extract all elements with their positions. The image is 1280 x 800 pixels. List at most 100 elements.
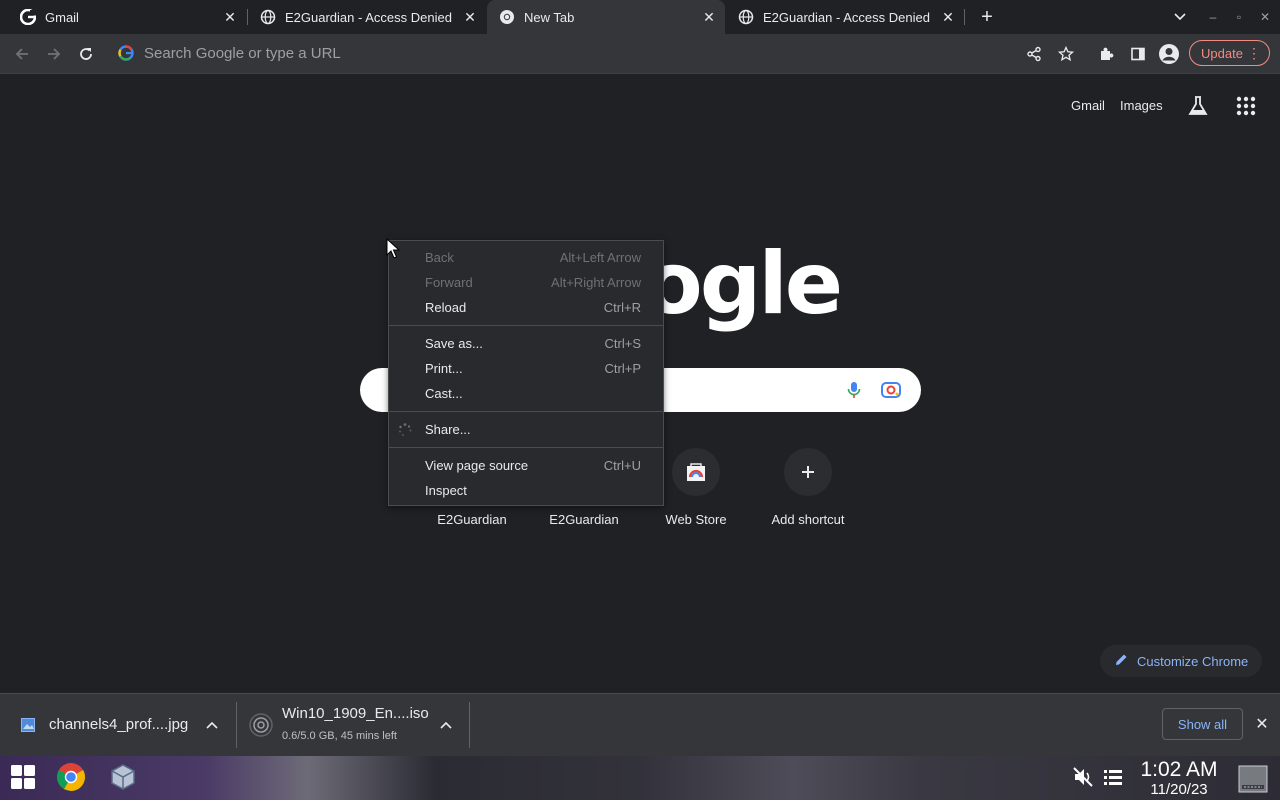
- download-item[interactable]: Win10_1909_En....iso 0.6/5.0 GB, 45 mins…: [237, 694, 469, 756]
- chevron-up-icon[interactable]: [206, 718, 218, 732]
- chrome-icon: [499, 9, 515, 25]
- new-tab-button[interactable]: +: [976, 6, 998, 28]
- images-link[interactable]: Images: [1120, 98, 1163, 113]
- omnibox[interactable]: [110, 38, 1110, 68]
- menu-item-label: Save as...: [425, 336, 483, 351]
- back-icon[interactable]: [10, 42, 34, 66]
- clock-time: 1:02 AM: [1140, 758, 1218, 781]
- kebab-menu-icon: ⋮: [1247, 45, 1261, 61]
- omnibox-input[interactable]: [142, 43, 746, 63]
- globe-icon: [260, 9, 276, 25]
- shortcut-label: E2Guardian: [437, 512, 507, 527]
- virtualbox-taskbar-icon[interactable]: [108, 762, 138, 792]
- customize-label: Customize Chrome: [1137, 653, 1249, 669]
- voice-search-mic-icon[interactable]: [844, 380, 864, 400]
- google-g-icon: [118, 45, 134, 61]
- shelf-divider: [469, 702, 470, 748]
- menu-item-inspect[interactable]: Inspect: [389, 478, 663, 503]
- menu-item-view-source[interactable]: View page source Ctrl+U: [389, 453, 663, 478]
- close-icon[interactable]: ✕: [699, 7, 719, 27]
- bookmark-star-icon[interactable]: [1054, 42, 1078, 66]
- update-label: Update: [1201, 45, 1243, 61]
- labs-flask-icon[interactable]: [1186, 94, 1210, 118]
- tab-title: E2Guardian - Access Denied: [285, 9, 452, 25]
- show-desktop-icon[interactable]: [1238, 764, 1268, 794]
- add-shortcut[interactable]: Add shortcut: [752, 445, 864, 527]
- chevron-up-icon[interactable]: [440, 718, 452, 732]
- mouse-cursor-icon: [386, 237, 401, 260]
- menu-item-label: Inspect: [425, 483, 467, 498]
- side-panel-icon[interactable]: [1126, 42, 1150, 66]
- menu-item-shortcut: Ctrl+U: [603, 458, 641, 473]
- tab-title: New Tab: [524, 9, 575, 25]
- reload-icon[interactable]: [74, 42, 98, 66]
- menu-item-label: Print...: [425, 361, 463, 376]
- menu-item-shortcut: Ctrl+S: [604, 336, 641, 351]
- loading-spinner-icon: [397, 422, 413, 438]
- menu-item-reload[interactable]: Reload Ctrl+R: [389, 295, 663, 320]
- menu-item-save-as[interactable]: Save as... Ctrl+S: [389, 331, 663, 356]
- menu-item-cast[interactable]: Cast...: [389, 381, 663, 406]
- windows-start-icon[interactable]: [8, 762, 38, 792]
- minimize-icon[interactable]: –: [1203, 7, 1223, 27]
- shortcut-label: Add shortcut: [771, 512, 845, 527]
- image-file-icon: [20, 717, 36, 733]
- tab-strip: Gmail ✕ E2Guardian - Access Denied ✕ New…: [0, 0, 1280, 34]
- menu-item-shortcut: Alt+Right Arrow: [551, 275, 641, 290]
- google-g-icon: [20, 9, 36, 25]
- tab-title: Gmail: [45, 9, 79, 25]
- tab-e2guardian-2[interactable]: E2Guardian - Access Denied ✕: [726, 0, 964, 34]
- tab-new-tab[interactable]: New Tab ✕: [487, 0, 725, 34]
- download-shelf: channels4_prof....jpg Win10_1909_En....i…: [0, 693, 1280, 756]
- pencil-icon: [1115, 653, 1128, 669]
- shortcut-label: E2Guardian: [549, 512, 619, 527]
- menu-item-forward[interactable]: Forward Alt+Right Arrow: [389, 270, 663, 295]
- close-icon[interactable]: ✕: [938, 7, 958, 27]
- plus-icon: [784, 448, 832, 496]
- customize-chrome-button[interactable]: Customize Chrome: [1100, 645, 1262, 677]
- download-filename: Win10_1909_En....iso: [282, 705, 429, 722]
- system-clock[interactable]: 1:02 AM 11/20/23: [1132, 758, 1226, 799]
- menu-separator: [389, 411, 663, 412]
- menu-item-share[interactable]: Share...: [389, 417, 663, 442]
- gmail-link[interactable]: Gmail: [1071, 98, 1105, 113]
- profile-avatar-icon[interactable]: [1157, 42, 1181, 66]
- menu-item-label: Cast...: [425, 386, 463, 401]
- menu-item-label: Forward: [425, 275, 473, 290]
- share-icon[interactable]: [1022, 42, 1046, 66]
- tab-search-chevron-icon[interactable]: [1170, 7, 1190, 27]
- apps-grid-icon[interactable]: [1235, 95, 1257, 117]
- close-icon[interactable]: ✕: [220, 7, 240, 27]
- extensions-puzzle-icon[interactable]: [1094, 42, 1118, 66]
- close-window-icon[interactable]: ✕: [1255, 7, 1275, 27]
- close-icon[interactable]: ✕: [460, 7, 480, 27]
- restore-icon[interactable]: ▫: [1229, 7, 1249, 27]
- menu-separator: [389, 325, 663, 326]
- download-status: 0.6/5.0 GB, 45 mins left: [282, 730, 397, 742]
- menu-item-shortcut: Ctrl+R: [603, 300, 641, 315]
- volume-muted-icon[interactable]: [1068, 762, 1098, 792]
- show-all-downloads-button[interactable]: Show all: [1162, 708, 1243, 740]
- tab-gmail[interactable]: Gmail ✕: [0, 0, 246, 34]
- menu-item-label: Reload: [425, 300, 467, 315]
- context-menu: Back Alt+Left Arrow Forward Alt+Right Ar…: [388, 240, 664, 506]
- shortcut-label: Web Store: [665, 512, 727, 527]
- close-icon[interactable]: ✕: [1254, 716, 1270, 733]
- menu-item-print[interactable]: Print... Ctrl+P: [389, 356, 663, 381]
- globe-icon: [738, 9, 754, 25]
- download-item[interactable]: channels4_prof....jpg: [0, 694, 236, 756]
- tab-title: E2Guardian - Access Denied: [763, 9, 930, 25]
- notifications-list-icon[interactable]: [1098, 762, 1128, 792]
- clock-date: 11/20/23: [1150, 781, 1208, 798]
- menu-item-label: Back: [425, 250, 454, 265]
- chrome-taskbar-icon[interactable]: [56, 762, 86, 792]
- menu-item-back[interactable]: Back Alt+Left Arrow: [389, 245, 663, 270]
- forward-icon[interactable]: [42, 42, 66, 66]
- menu-item-label: View page source: [425, 458, 529, 473]
- google-lens-icon[interactable]: [880, 380, 902, 400]
- tab-e2guardian-1[interactable]: E2Guardian - Access Denied ✕: [248, 0, 486, 34]
- menu-item-label: Share...: [425, 422, 471, 437]
- tab-divider: [964, 9, 965, 25]
- update-button[interactable]: Update ⋮: [1189, 40, 1270, 66]
- menu-item-shortcut: Alt+Left Arrow: [559, 250, 641, 265]
